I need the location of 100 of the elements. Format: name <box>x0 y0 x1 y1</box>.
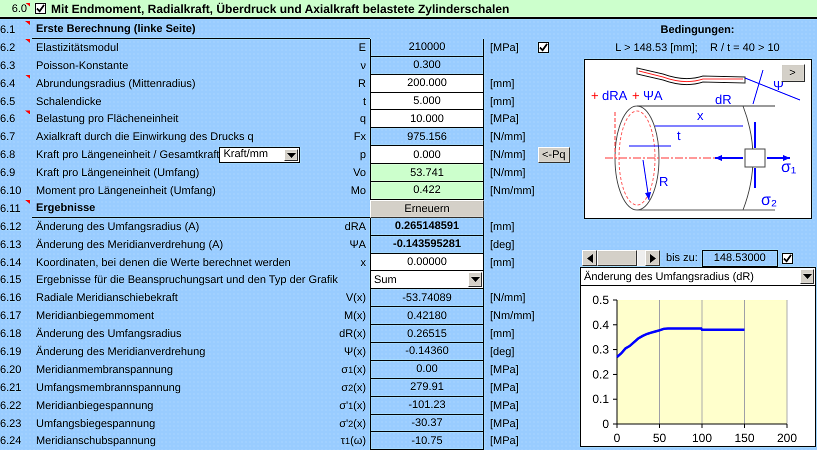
x-tick-label: 100 <box>692 431 712 445</box>
result-type-dropdown[interactable]: Sum <box>370 271 484 290</box>
row-number: 6.19 <box>0 344 22 360</box>
diagram-label: x <box>696 108 703 123</box>
x-tick-label: 200 <box>776 431 798 445</box>
row-number: 6.18 <box>0 327 22 342</box>
symbol: x <box>360 256 367 271</box>
y-tick-label: 0.5 <box>592 293 609 307</box>
y-tick-label: 0.2 <box>592 367 609 382</box>
unit-label: [mm] <box>490 328 514 340</box>
unit-label: [N/mm] <box>490 167 526 180</box>
chart-dropdown[interactable]: Änderung des Umfangsradius (dR) <box>581 268 815 286</box>
row-label: Meridianbiegespannung <box>36 400 154 412</box>
symbol: dRA <box>344 220 367 235</box>
row-label: Meridianmembranspannung <box>36 364 173 376</box>
row-label: Änderung des Umfangsradius <box>36 328 182 340</box>
symbol: Vo <box>352 166 367 182</box>
transfer-button[interactable]: <-Pq <box>538 147 570 164</box>
value-cell: 279.91 <box>370 378 484 397</box>
unit-label: [Nm/mm] <box>490 310 535 322</box>
value-cell: 210000 <box>370 38 484 57</box>
section-heading: Erste Berechnung (linke Seite) <box>32 21 370 39</box>
value-cell[interactable]: 5.000 <box>370 92 484 110</box>
value-cell: 0.42180 <box>370 307 484 326</box>
symbol: ν <box>360 58 367 74</box>
diagram-label: t <box>676 128 680 143</box>
value-cell: -0.14360 <box>370 343 484 361</box>
row-number: 6.2 <box>0 38 30 57</box>
value-cell: 0.26515 <box>370 325 484 344</box>
row-label: Änderung des Meridianverdrehung (A) <box>36 238 224 251</box>
symbol: q <box>358 112 367 128</box>
x-tick-label: 150 <box>734 431 755 445</box>
diagram-label: ΨA <box>642 88 662 103</box>
row-number: 6.15 <box>0 273 22 288</box>
row-number: 6.13 <box>0 238 22 253</box>
row-label: Schalendicke <box>36 96 102 108</box>
right-arrow-icon <box>650 254 656 262</box>
value-cell[interactable]: 10.000 <box>370 110 484 128</box>
unit-label: [mm] <box>490 220 514 233</box>
symbol: M(x) <box>343 309 367 324</box>
symbol: ΨA <box>348 238 367 253</box>
row-label: Änderung des Umfangsradius (A) <box>36 220 200 233</box>
left-arrow-icon <box>586 254 592 262</box>
unit-label: [mm] <box>490 96 514 108</box>
diagram-label: σ₂ <box>760 192 777 209</box>
value-cell: -53.74089 <box>370 289 484 308</box>
value-cell[interactable]: 200.000 <box>370 74 484 93</box>
value-cell: -10.75 <box>370 432 484 450</box>
checkbox[interactable] <box>538 42 549 54</box>
row-number: 6.6 <box>0 110 30 128</box>
value-cell: -30.37 <box>370 414 484 432</box>
value-cell[interactable]: 0.000 <box>370 146 484 164</box>
unit-label: [MPa] <box>490 400 519 412</box>
symbol: E <box>358 40 367 56</box>
row-label: Elastizitätsmodul <box>36 42 119 54</box>
unit-label: [N/mm] <box>490 131 526 144</box>
symbol: p <box>358 148 367 164</box>
caret-icon <box>286 152 296 158</box>
checkbox[interactable] <box>782 252 793 264</box>
row-number: 6.20 <box>0 362 22 378</box>
row-label: Ergebnisse für die Beanspruchungsart und den Typ der Grafik <box>36 274 338 286</box>
unit-label: [N/mm] <box>490 149 526 162</box>
caret-icon <box>470 277 480 282</box>
unit-label: [Nm/mm] <box>490 184 535 197</box>
range-label: bis zu: <box>666 252 698 264</box>
diagram-label: + <box>632 88 640 103</box>
unit-label: [MPa] <box>490 113 519 126</box>
row-number: 6.17 <box>0 309 22 324</box>
row-number: 6.5 <box>0 94 16 110</box>
row-number: 6.1 <box>0 21 30 39</box>
y-tick-label: 0 <box>602 417 609 431</box>
unit-label: [N/mm] <box>490 292 526 304</box>
row-number: 6.11 <box>0 200 30 218</box>
scrollbar[interactable] <box>582 250 660 266</box>
row-number: 6.16 <box>0 291 22 306</box>
unit-label: [MPa] <box>490 42 519 54</box>
row-number: 6.9 <box>0 166 16 182</box>
symbol: R <box>357 76 367 92</box>
unit-label: [MPa] <box>490 418 519 430</box>
value-cell: 0.00 <box>370 360 484 379</box>
row-number: 6.3 <box>0 58 16 74</box>
section-heading: Ergebnisse <box>32 200 370 218</box>
row-label: Kraft pro Längeneinheit (Umfang) <box>36 167 200 180</box>
row-label: Kraft pro Längeneinheit / Gesamtkraft <box>36 149 220 162</box>
unit-label: [mm] <box>490 256 514 269</box>
row-number: 6.12 <box>0 220 22 235</box>
caret-icon <box>802 274 812 279</box>
conditions-title: Bedingungen: <box>660 23 734 38</box>
row-label: Umfangsmembrannspannung <box>36 382 181 394</box>
unit-dropdown[interactable]: Kraft/mm <box>219 147 300 164</box>
value-cell[interactable]: 0.00000 <box>370 254 484 272</box>
checkbox[interactable] <box>35 3 46 14</box>
x-tick-label: 50 <box>652 431 666 445</box>
conditions-text: L > 148.53 [mm]; R / t = 40 > 10 <box>615 41 780 56</box>
symbol: Mo <box>350 184 367 199</box>
next-button[interactable]: > <box>780 64 804 82</box>
symbol: t <box>362 94 367 110</box>
update-button[interactable]: Erneuern <box>370 200 484 218</box>
value-cell: 0.422 <box>370 182 484 200</box>
range-field[interactable]: 148.53000 <box>702 250 778 266</box>
